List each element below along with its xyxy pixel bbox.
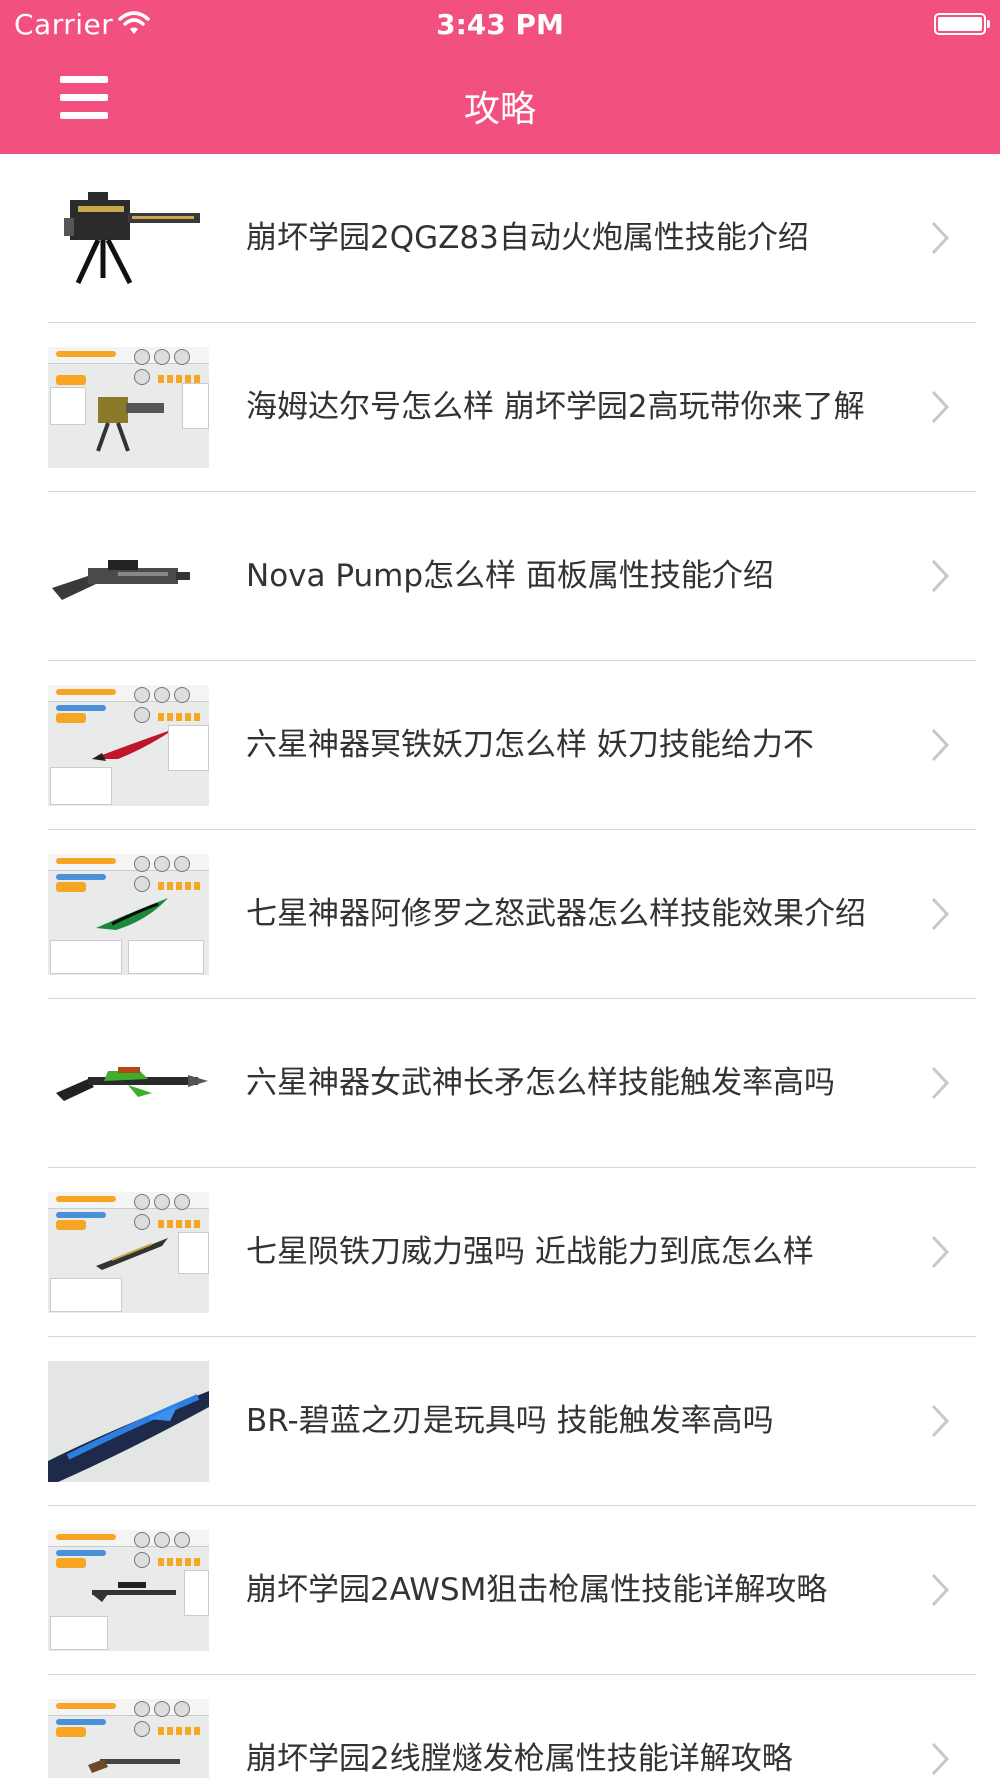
green-spear-image xyxy=(48,1023,209,1144)
chevron-right-icon xyxy=(931,1066,950,1100)
red-blade-screenshot xyxy=(48,685,209,806)
list-item[interactable]: 崩坏学园2AWSM狙击枪属性技能详解攻略 xyxy=(0,1506,1000,1675)
rifle-screenshot xyxy=(48,1699,209,1778)
list-item[interactable]: 六星神器女武神长矛怎么样技能触发率高吗 xyxy=(0,999,1000,1168)
article-list: 崩坏学园2QGZ83自动火炮属性技能介绍 海姆达尔号怎么样 崩坏学园2高玩带你来… xyxy=(0,154,1000,1778)
article-title: 崩坏学园2AWSM狙击枪属性技能详解攻略 xyxy=(246,1572,828,1608)
article-title: 崩坏学园2线膛燧发枪属性技能详解攻略 xyxy=(246,1741,793,1777)
list-item[interactable]: 七星陨铁刀威力强吗 近战能力到底怎么样 xyxy=(0,1168,1000,1337)
list-item[interactable]: Nova Pump怎么样 面板属性技能介绍 xyxy=(0,492,1000,661)
article-title: Nova Pump怎么样 面板属性技能介绍 xyxy=(246,558,774,594)
list-item[interactable]: 崩坏学园2QGZ83自动火炮属性技能介绍 xyxy=(0,154,1000,323)
article-title: 海姆达尔号怎么样 崩坏学园2高玩带你来了解 xyxy=(246,389,865,425)
article-title: BR-碧蓝之刃是玩具吗 技能触发率高吗 xyxy=(246,1403,774,1439)
blue-blade-image xyxy=(48,1361,209,1482)
list-item[interactable]: 崩坏学园2线膛燧发枪属性技能详解攻略 xyxy=(0,1675,1000,1778)
clock: 3:43 PM xyxy=(436,8,564,41)
battery-icon xyxy=(934,13,990,35)
chevron-right-icon xyxy=(931,897,950,931)
status-bar: Carrier 3:43 PM xyxy=(0,0,1000,50)
chevron-right-icon xyxy=(931,728,950,762)
page-title: 攻略 xyxy=(463,89,536,130)
turret-gun-image xyxy=(48,178,209,299)
article-title: 七星神器阿修罗之怒武器怎么样技能效果介绍 xyxy=(246,896,866,932)
top-bar: Carrier 3:43 PM 攻略 xyxy=(0,0,1000,154)
chevron-right-icon xyxy=(931,559,950,593)
chevron-right-icon xyxy=(931,1742,950,1776)
navigation-bar: 攻略 xyxy=(0,50,1000,154)
green-blade-screenshot xyxy=(48,854,209,975)
article-title: 七星陨铁刀威力强吗 近战能力到底怎么样 xyxy=(246,1234,814,1270)
sniper-screenshot xyxy=(48,1530,209,1651)
shotgun-image xyxy=(48,516,209,637)
chevron-right-icon xyxy=(931,1573,950,1607)
chevron-right-icon xyxy=(931,1404,950,1438)
list-item[interactable]: BR-碧蓝之刃是玩具吗 技能触发率高吗 xyxy=(0,1337,1000,1506)
list-item[interactable]: 六星神器冥铁妖刀怎么样 妖刀技能给力不 xyxy=(0,661,1000,830)
chevron-right-icon xyxy=(931,221,950,255)
app-screen: Carrier 3:43 PM 攻略 崩坏学园2QGZ83自动火炮属性技能介绍 … xyxy=(0,0,1000,1778)
list-item[interactable]: 海姆达尔号怎么样 崩坏学园2高玩带你来了解 xyxy=(0,323,1000,492)
article-title: 六星神器女武神长矛怎么样技能触发率高吗 xyxy=(246,1065,835,1101)
list-item[interactable]: 七星神器阿修罗之怒武器怎么样技能效果介绍 xyxy=(0,830,1000,999)
article-title: 崩坏学园2QGZ83自动火炮属性技能介绍 xyxy=(246,220,809,256)
turret-stats-screenshot xyxy=(48,347,209,468)
chevron-right-icon xyxy=(931,390,950,424)
chevron-right-icon xyxy=(931,1235,950,1269)
article-title: 六星神器冥铁妖刀怎么样 妖刀技能给力不 xyxy=(246,727,814,763)
meteor-blade-screenshot xyxy=(48,1192,209,1313)
